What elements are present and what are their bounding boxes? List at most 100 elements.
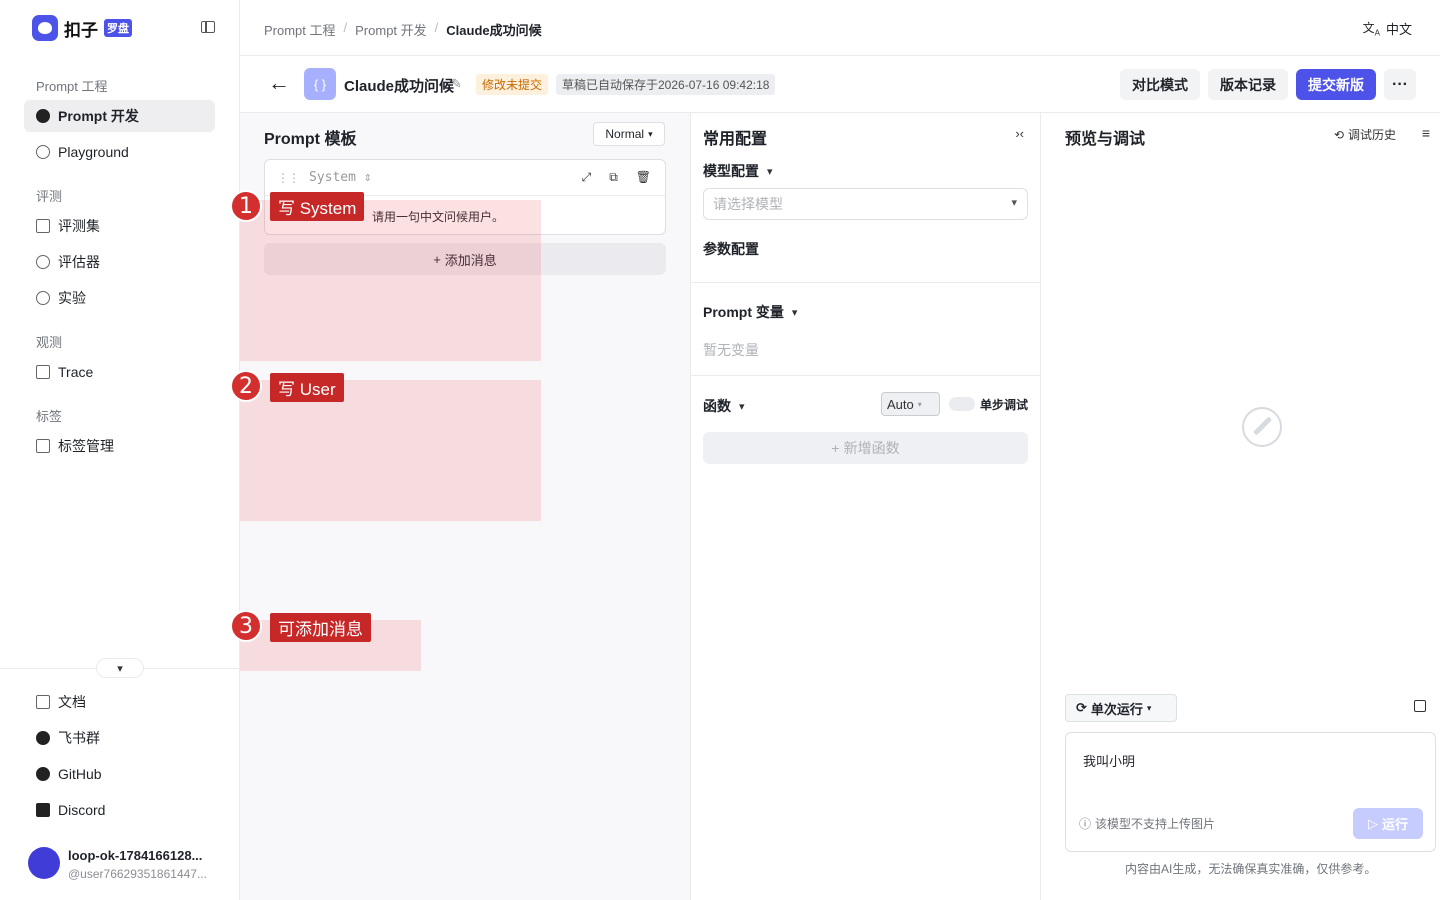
chevron-down-icon: ▾ — [648, 128, 653, 139]
tag-icon — [36, 439, 50, 453]
user-name[interactable]: loop-ok-1784166128... — [68, 848, 213, 863]
image-note-text: 该模型不支持上传图片 — [1095, 817, 1216, 831]
sidebar-item-label: Trace — [58, 364, 94, 380]
model-config-label: 模型配置 — [703, 163, 759, 179]
submit-version-button[interactable]: 提交新版 — [1296, 69, 1376, 100]
prompt-header: ← { } Claude成功问候 ✎ 修改未提交 草稿已自动保存于2026-07… — [240, 56, 1440, 113]
sidebar-item-label: Prompt 开发 — [58, 108, 139, 124]
breadcrumb-item[interactable]: Prompt 工程 — [264, 20, 336, 39]
topbar: Prompt 工程 / Prompt 开发 / Claude成功问候 文A 中文 — [240, 0, 1440, 56]
annotation-marker: 1 — [230, 190, 262, 222]
autosave-badge: 草稿已自动保存于2026-07-16 09:42:18 — [556, 74, 776, 95]
annotation-label: 写 System — [270, 192, 365, 221]
collapse-panel-icon[interactable]: ›‹ — [1015, 126, 1024, 141]
compass-icon — [1242, 407, 1282, 447]
breadcrumb-separator: / — [343, 20, 348, 35]
role-select[interactable]: System ⇕ — [309, 170, 372, 185]
breadcrumb-item[interactable]: Prompt 开发 — [355, 20, 427, 39]
functions-toggle[interactable]: 函数 ▾ — [703, 396, 745, 416]
sidebar-item-label: 标签管理 — [58, 438, 114, 454]
compare-mode-button[interactable]: 对比模式 — [1120, 69, 1200, 100]
page-title: Claude成功问候 — [344, 78, 455, 95]
divider — [691, 282, 1041, 283]
sidebar-item-experiment[interactable]: 实验 — [24, 282, 215, 314]
brand-logo[interactable]: 扣子 罗盘 — [32, 15, 132, 41]
sidebar-item-discord[interactable]: Discord — [24, 794, 215, 826]
chevron-down-icon: ▾ — [117, 662, 123, 675]
annotation-marker: 3 — [230, 610, 262, 642]
expand-icon[interactable]: ⤢ — [582, 170, 592, 185]
pencil-icon[interactable]: ✎ — [451, 76, 462, 92]
step-debug-toggle[interactable] — [949, 397, 975, 411]
nav-section-tags: 标签 — [36, 409, 63, 424]
sidebar-item-trace[interactable]: Trace — [24, 356, 215, 388]
chevron-down-icon: ▾ — [1011, 197, 1017, 209]
nav-section-eval: 评测 — [36, 189, 63, 204]
run-mode-icon: ⟳ — [1076, 700, 1087, 715]
coze-logo-icon — [32, 15, 58, 41]
role-label: System — [309, 170, 356, 185]
sidebar-item-label: 飞书群 — [58, 730, 100, 746]
sidebar-item-eval-set[interactable]: 评测集 — [24, 210, 215, 242]
model-config-toggle[interactable]: 模型配置 ▾ — [703, 161, 773, 181]
function-mode-select[interactable]: Auto ▾ — [881, 392, 940, 416]
chevron-down-icon: ▾ — [739, 400, 745, 413]
sidebar-item-label: Discord — [58, 802, 106, 818]
sidebar-item-label: 评测集 — [58, 218, 100, 234]
plus-icon: + — [831, 440, 840, 456]
version-history-button[interactable]: 版本记录 — [1208, 69, 1288, 100]
divider — [691, 375, 1041, 376]
config-title: 常用配置 — [703, 131, 768, 148]
debug-history-label: 调试历史 — [1347, 128, 1396, 142]
run-mode-select[interactable]: ⟳ 单次运行 ▾ — [1065, 694, 1177, 722]
avatar[interactable] — [28, 847, 60, 879]
param-label: 参数配置 — [703, 241, 759, 257]
drag-handle-icon[interactable]: ⋮⋮ — [277, 171, 300, 185]
image-note: ⓘ 该模型不支持上传图片 — [1079, 815, 1215, 832]
mode-select[interactable]: Normal ▾ — [593, 122, 665, 146]
language-label: 中文 — [1385, 22, 1412, 37]
run-label: 运行 — [1381, 817, 1408, 832]
sidebar-expand-button[interactable]: ▾ — [96, 658, 144, 678]
chat-input-box[interactable]: 我叫小明 ⓘ 该模型不支持上传图片 ▷ 运行 — [1065, 732, 1436, 852]
sidebar-item-docs[interactable]: 文档 — [24, 686, 215, 718]
empty-vars-text: 暂无变量 — [703, 342, 759, 358]
function-mode-label: Auto — [887, 396, 914, 412]
bulb-icon — [36, 255, 50, 269]
debug-history-button[interactable]: ⟲ 调试历史 — [1334, 126, 1396, 143]
add-function-label: 新增函数 — [843, 440, 900, 456]
more-icon[interactable]: ··· — [1384, 69, 1416, 100]
preview-panel: 预览与调试 ⟲ 调试历史 ≡ ⟳ 单次运行 ▾ 我叫小明 ⓘ 该模型不支持上传图… — [1041, 113, 1440, 900]
prompt-vars-toggle[interactable]: Prompt 变量 ▾ — [703, 302, 797, 322]
step-debug-label: 单步调试 — [980, 398, 1029, 412]
history-icon: ⟲ — [1333, 127, 1344, 142]
menu-list-icon[interactable]: ≡ — [1422, 125, 1430, 141]
sidebar-item-github[interactable]: GitHub — [24, 758, 215, 790]
annotation-label: 写 User — [270, 373, 344, 402]
user-handle: @user76629351861447... — [68, 867, 207, 881]
delete-icon[interactable]: 🗑 — [636, 170, 651, 185]
prompt-braces-icon: { } — [304, 68, 336, 100]
param-config-label[interactable]: 参数配置 — [703, 239, 759, 259]
copy-icon[interactable]: ⧉ — [609, 170, 618, 185]
sidebar-item-label: 评估器 — [58, 254, 100, 270]
sidebar-item-playground[interactable]: Playground — [24, 136, 215, 168]
sidebar-item-evaluator[interactable]: 评估器 — [24, 246, 215, 278]
sidebar-collapse-icon[interactable] — [201, 21, 215, 33]
doc-icon — [36, 695, 50, 709]
model-select[interactable]: 请选择模型 ▾ — [703, 188, 1028, 220]
sidebar-item-prompt-dev[interactable]: Prompt 开发 — [24, 100, 215, 132]
sidebar-item-feishu[interactable]: 飞书群 — [24, 722, 215, 754]
clear-context-icon[interactable] — [1414, 700, 1426, 712]
chat-input[interactable]: 我叫小明 — [1083, 751, 1135, 770]
nav-section-prompt: Prompt 工程 — [36, 79, 108, 94]
translate-icon: 文A — [1362, 21, 1380, 38]
add-function-button[interactable]: + 新增函数 — [703, 432, 1028, 464]
language-switch[interactable]: 文A 中文 — [1363, 19, 1412, 38]
back-arrow-icon[interactable]: ← — [268, 72, 290, 94]
sidebar-item-label: GitHub — [58, 766, 102, 782]
functions-label: 函数 — [703, 398, 731, 414]
message-tools: ⤢ ⧉ 🗑 — [582, 170, 651, 185]
run-button[interactable]: ▷ 运行 — [1353, 808, 1423, 839]
sidebar-item-tag-manage[interactable]: 标签管理 — [24, 430, 215, 462]
